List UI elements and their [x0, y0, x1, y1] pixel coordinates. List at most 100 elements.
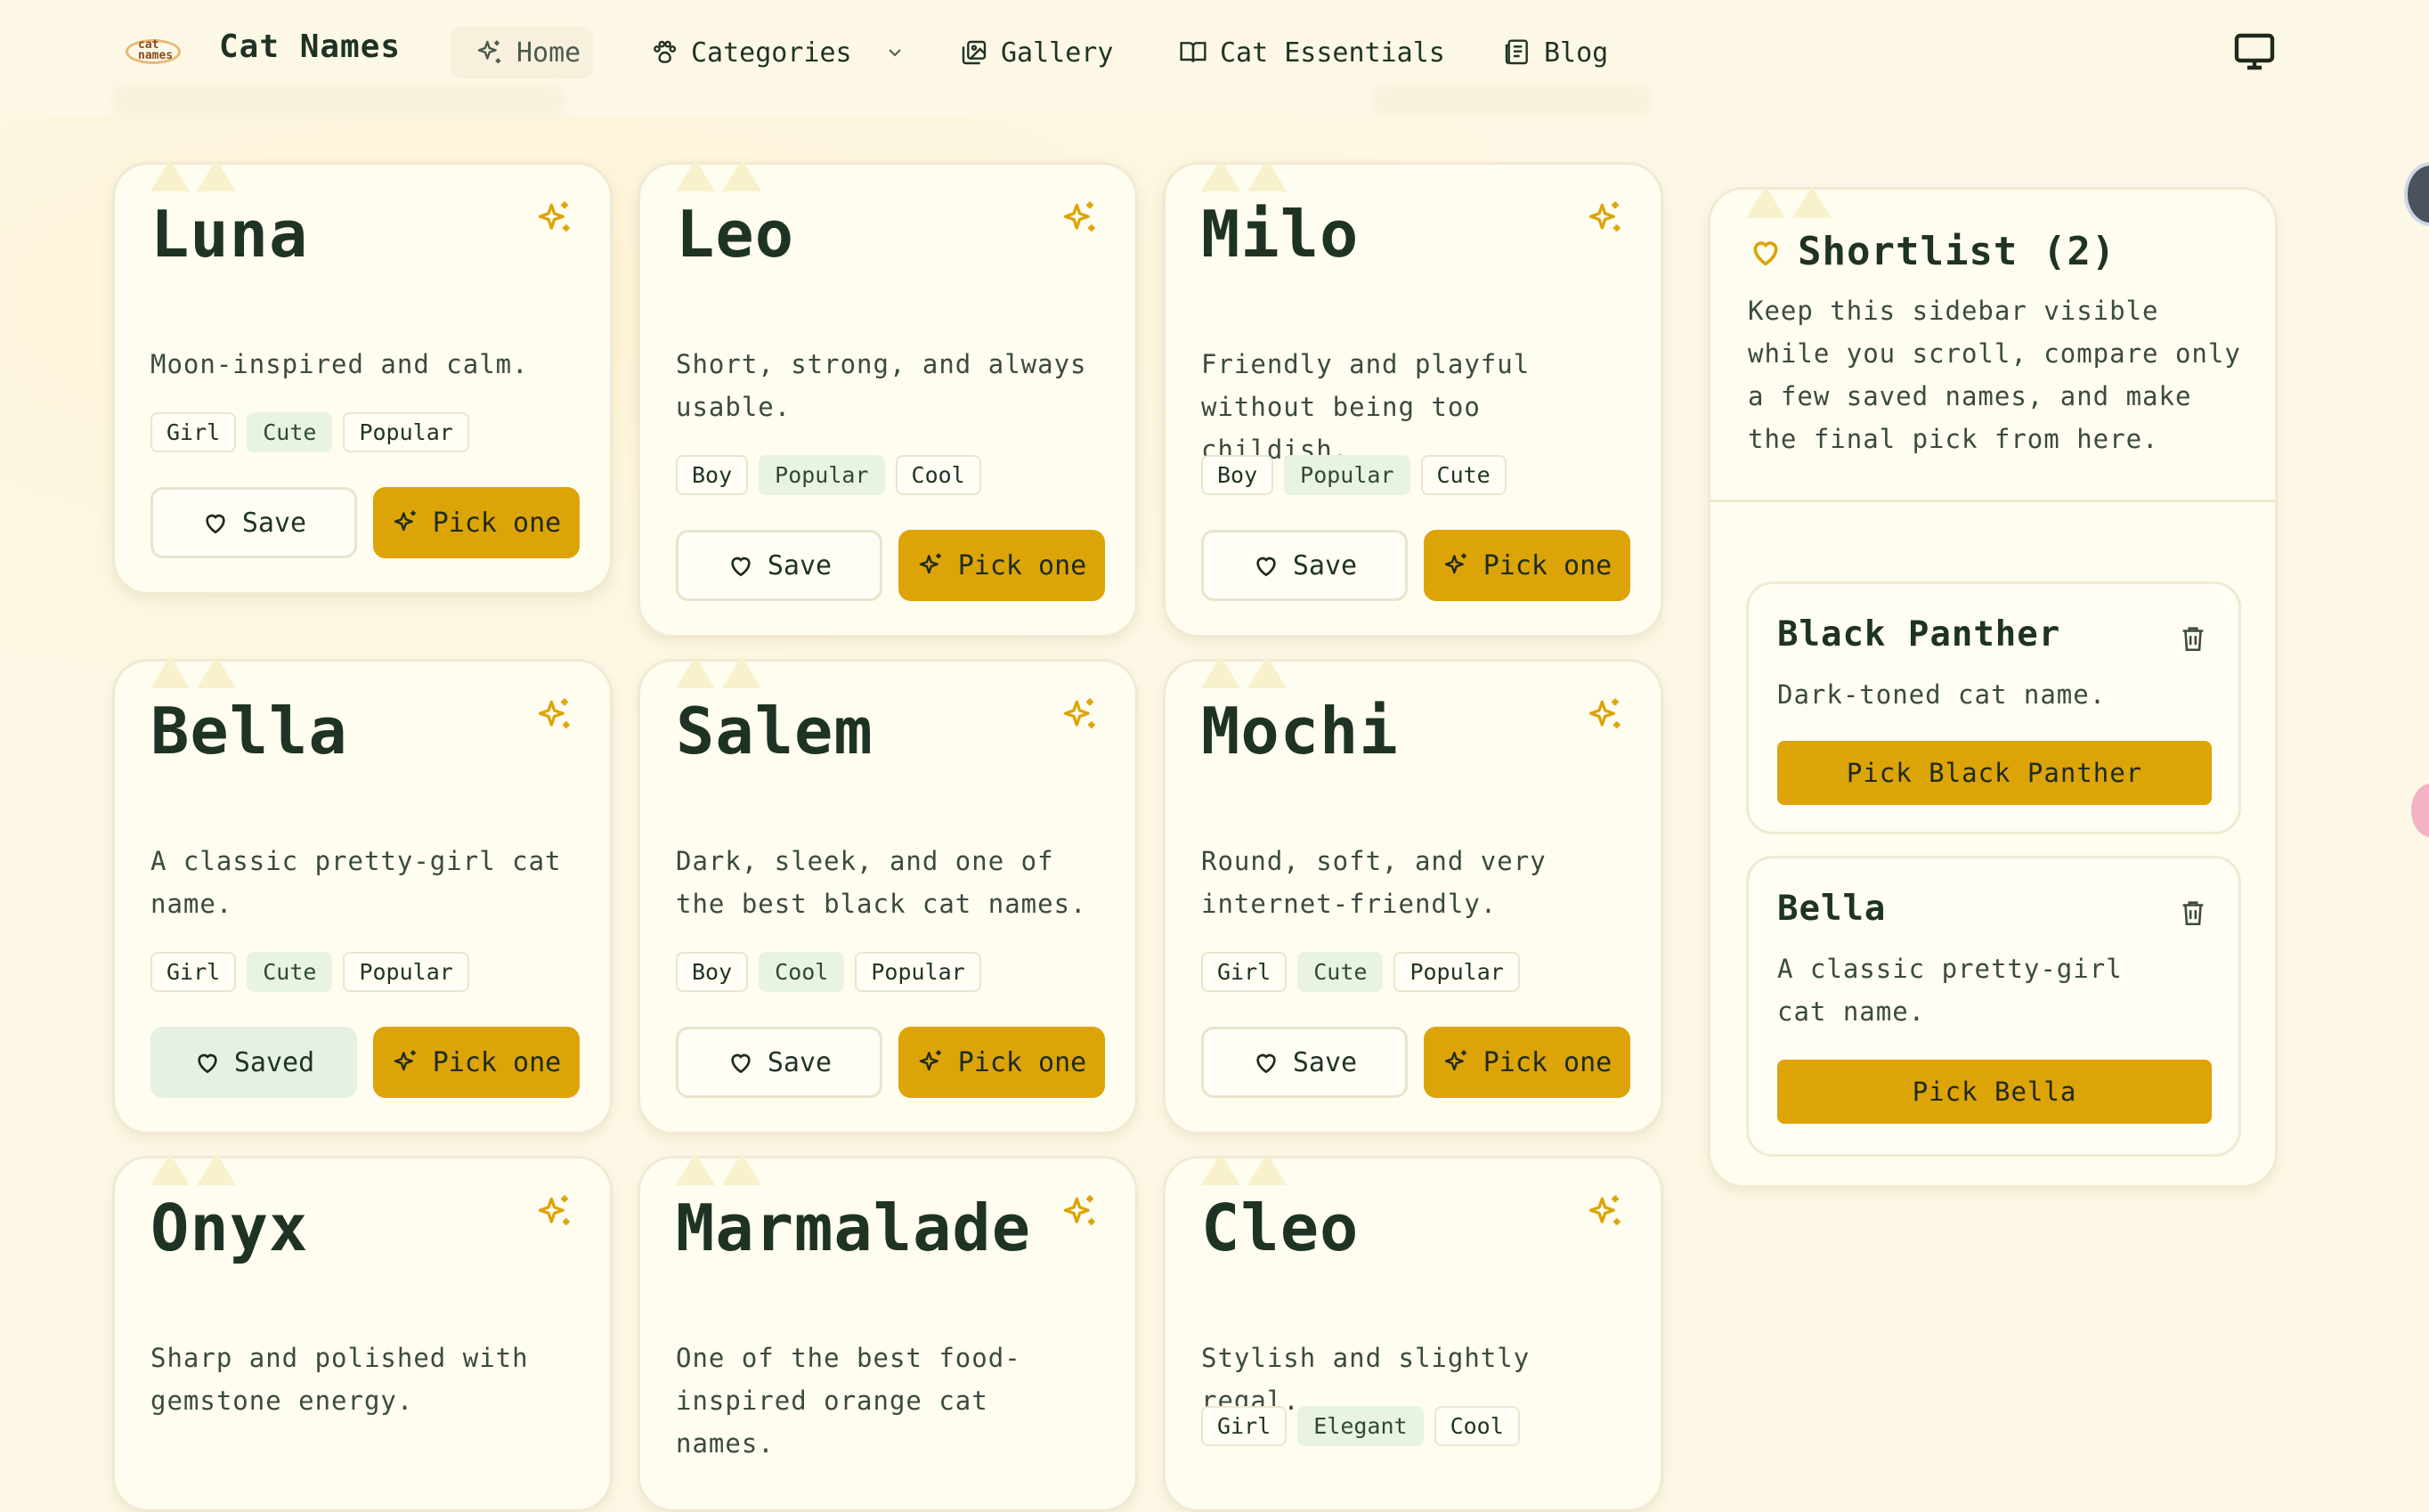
sparkle-icon — [1444, 553, 1466, 574]
cat-ears-decoration — [676, 159, 765, 195]
sparkle-icon[interactable] — [535, 199, 574, 238]
shortlist-sidebar: Shortlist (2) Keep this sidebar visible … — [1708, 186, 2278, 1188]
card-actions: Save Pick one — [676, 1027, 1105, 1098]
tag-list: Boy Cool Popular — [676, 952, 981, 992]
pick-one-button[interactable]: Pick one — [373, 487, 580, 558]
tag[interactable]: Cute — [1420, 455, 1507, 495]
tag[interactable]: Popular — [343, 952, 469, 992]
nav-cat-essentials-label: Cat Essentials — [1220, 37, 1445, 69]
pick-black-panther-button[interactable]: Pick Black Panther — [1777, 741, 2212, 805]
sparkle-icon — [394, 510, 416, 532]
name-card-leo: Leo Short, strong, and always usable. Bo… — [638, 159, 1138, 638]
tag-list: Girl Cute Popular — [150, 952, 469, 992]
avatar[interactable] — [2404, 162, 2429, 226]
saved-label: Saved — [233, 1046, 315, 1078]
chevron-down-icon — [888, 49, 901, 57]
nav-cat-essentials[interactable]: Cat Essentials — [1179, 28, 1445, 77]
sparkle-icon — [394, 1050, 416, 1071]
card-actions: Save Pick one — [1201, 1027, 1630, 1098]
cat-ears-decoration — [150, 656, 240, 692]
site-logo[interactable]: cat names — [126, 37, 184, 68]
tag[interactable]: Girl — [150, 952, 237, 992]
nav-categories-label: Categories — [691, 37, 852, 69]
heart-icon — [731, 557, 751, 577]
tag[interactable]: Popular — [343, 412, 469, 452]
pick-one-button[interactable]: Pick one — [898, 1027, 1105, 1098]
tag[interactable]: Boy — [676, 952, 749, 992]
card-name: Cleo — [1201, 1191, 1360, 1265]
nav-home[interactable]: Home — [451, 27, 593, 78]
tag[interactable]: Cute — [247, 412, 333, 452]
tag[interactable]: Popular — [855, 952, 981, 992]
card-name: Mochi — [1201, 694, 1399, 768]
tag[interactable]: Cool — [759, 952, 845, 992]
sparkle-icon[interactable] — [535, 695, 574, 735]
pick-bella-button[interactable]: Pick Bella — [1777, 1060, 2212, 1124]
book-open-icon — [1180, 42, 1206, 62]
sparkle-icon[interactable] — [1060, 695, 1100, 735]
sparkle-icon — [919, 1050, 941, 1071]
save-button[interactable]: Save — [1201, 530, 1408, 601]
sparkle-icon[interactable] — [1060, 1192, 1100, 1232]
card-name: Luna — [150, 197, 309, 272]
nav-categories[interactable]: Categories — [650, 28, 906, 77]
shortlist-item-name: Black Panther — [1777, 614, 2061, 654]
pick-label: Pick one — [1483, 1046, 1613, 1078]
save-button[interactable]: Save — [1201, 1027, 1408, 1098]
floating-widget-icon[interactable] — [2411, 784, 2429, 837]
save-button[interactable]: Save — [676, 1027, 882, 1098]
sparkle-icon[interactable] — [1586, 1192, 1625, 1232]
name-card-salem: Salem Dark, sleek, and one of the best b… — [638, 656, 1138, 1134]
heart-icon — [1256, 1053, 1276, 1074]
name-card-marmalade: Marmalade One of the best food-inspired … — [638, 1153, 1138, 1512]
cat-ears-decoration — [150, 1153, 240, 1189]
pick-one-button[interactable]: Pick one — [373, 1027, 580, 1098]
tag[interactable]: Cute — [247, 952, 333, 992]
card-name: Salem — [676, 694, 873, 768]
tag[interactable]: Cool — [1434, 1406, 1520, 1446]
name-card-bella: Bella A classic pretty-girl cat name. Gi… — [112, 656, 613, 1134]
nav-gallery-label: Gallery — [1001, 37, 1114, 69]
tag[interactable]: Girl — [150, 412, 237, 452]
shortlist-title-text: Shortlist (2) — [1798, 229, 2116, 274]
trash-icon[interactable] — [2178, 898, 2208, 928]
heart-icon — [731, 1053, 751, 1074]
tag[interactable]: Cool — [895, 455, 981, 495]
pick-one-button[interactable]: Pick one — [1424, 530, 1630, 601]
cat-ears-decoration — [1201, 159, 1290, 195]
save-label: Save — [767, 1046, 833, 1078]
saved-button[interactable]: Saved — [150, 1027, 357, 1098]
name-card-luna: Luna Moon-inspired and calm. Girl Cute P… — [112, 159, 613, 595]
heart-icon — [198, 1053, 217, 1074]
tag[interactable]: Boy — [1201, 455, 1274, 495]
tag[interactable]: Girl — [1201, 952, 1288, 992]
pick-label: Pick one — [432, 507, 562, 539]
sparkle-icon[interactable] — [535, 1192, 574, 1232]
card-name: Milo — [1201, 197, 1360, 272]
sparkle-icon[interactable] — [1586, 695, 1625, 735]
pick-one-button[interactable]: Pick one — [1424, 1027, 1630, 1098]
tag[interactable]: Cute — [1297, 952, 1384, 992]
brand-title[interactable]: Cat Names — [219, 28, 401, 65]
tag[interactable]: Popular — [1393, 952, 1520, 992]
newspaper-icon — [1505, 39, 1528, 65]
monitor-icon[interactable] — [2233, 30, 2276, 73]
sparkle-icon — [1444, 1050, 1466, 1071]
tag[interactable]: Popular — [759, 455, 885, 495]
trash-icon[interactable] — [2178, 623, 2208, 654]
cat-ears-decoration — [676, 656, 765, 692]
card-name: Bella — [150, 694, 348, 768]
tag[interactable]: Popular — [1284, 455, 1410, 495]
nav-gallery[interactable]: Gallery — [960, 28, 1113, 77]
tag[interactable]: Girl — [1201, 1406, 1288, 1446]
sparkle-icon[interactable] — [1586, 199, 1625, 238]
card-description: One of the best food-inspired orange cat… — [676, 1343, 1021, 1459]
sparkle-icon[interactable] — [1060, 199, 1100, 238]
save-button[interactable]: Save — [676, 530, 882, 601]
card-actions: Save Pick one — [676, 530, 1105, 601]
tag[interactable]: Elegant — [1297, 1406, 1424, 1446]
save-button[interactable]: Save — [150, 487, 357, 558]
tag[interactable]: Boy — [676, 455, 749, 495]
pick-one-button[interactable]: Pick one — [898, 530, 1105, 601]
nav-blog[interactable]: Blog — [1503, 28, 1608, 77]
